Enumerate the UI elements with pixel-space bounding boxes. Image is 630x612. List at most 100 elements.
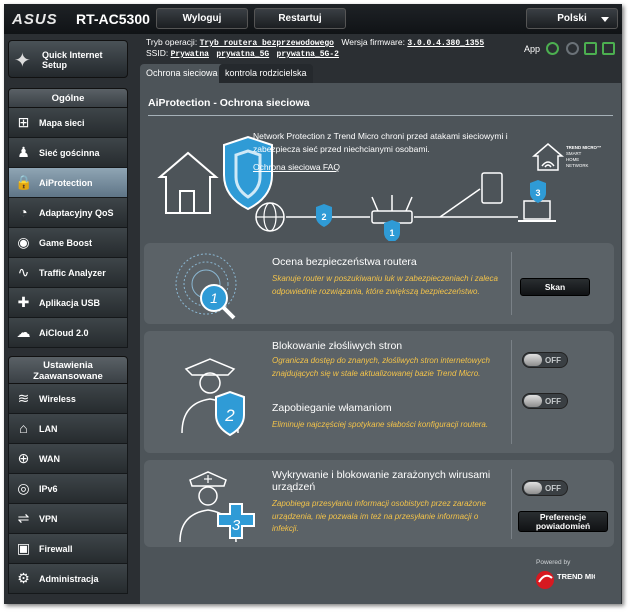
lan-status-icon[interactable] (584, 42, 597, 55)
admin-icon: ⚙ (17, 570, 30, 586)
malicious-sites-card: 2 Blokowanie złośliwych stron Ogranicza … (144, 331, 614, 453)
notification-preferences-button[interactable]: Preferencje powiadomień (518, 511, 608, 532)
svg-text:HOME: HOME (566, 157, 579, 162)
network-map-icon: ⊞ (17, 114, 30, 130)
intrusion-prevention-toggle[interactable]: OFF (522, 393, 568, 409)
guest-network-icon: ♟ (17, 144, 30, 160)
sidebar-item-aplikacja-usb[interactable]: ✚ Aplikacja USB (8, 288, 128, 318)
firmware-link[interactable]: 3.0.0.4.380_1355 (407, 39, 484, 48)
powered-by-label: Powered by (536, 559, 571, 566)
diagram-badge-3: 3 (530, 180, 546, 203)
scan-button[interactable]: Skan (520, 278, 590, 296)
vpn-icon: ⇌ (17, 510, 30, 526)
sidebar-item-wireless[interactable]: ≋ Wireless (8, 384, 128, 414)
sidebar-item-wan[interactable]: ⊕ WAN (8, 444, 128, 474)
asus-logo: ASUS (12, 11, 58, 28)
card1-title: Ocena bezpieczeństwa routera (272, 256, 417, 268)
sidebar-item-aiprotection[interactable]: 🔒 AiProtection (8, 168, 128, 198)
svg-text:NETWORK: NETWORK (566, 163, 589, 168)
wand-icon: ✦ (14, 50, 31, 72)
wifi-icon: ≋ (17, 390, 30, 406)
tab-parental-control[interactable]: kontrola rodzicielska (219, 64, 313, 83)
network-status-icon[interactable] (546, 42, 559, 55)
svg-text:TREND MICRO: TREND MICRO (557, 572, 595, 581)
sidebar-item-label: Traffic Analyzer (39, 268, 106, 278)
svg-text:3: 3 (232, 517, 241, 534)
svg-text:2: 2 (321, 212, 326, 222)
qos-gauge-icon: ◔ (19, 204, 28, 220)
usb-icon[interactable] (602, 42, 615, 55)
sidebar: ✦ Quick Internet Setup Ogólne ⊞ Mapa siec… (4, 34, 130, 604)
sidebar-item-sie-go-cinna[interactable]: ♟ Sieć gościnna (8, 138, 128, 168)
faq-link[interactable]: Ochrona sieciowa FAQ (253, 162, 340, 172)
sidebar-item-label: LAN (39, 424, 58, 434)
app-label[interactable]: App (524, 44, 540, 54)
restart-button[interactable]: Restartuj (254, 8, 346, 29)
sidebar-item-lan[interactable]: ⌂ LAN (8, 414, 128, 444)
divider (511, 469, 512, 539)
toggle-knob (524, 395, 542, 407)
gamepad-icon: ◉ (17, 234, 30, 250)
card3-title: Wykrywanie i blokowanie zarażonych wirus… (272, 469, 491, 493)
cloud-icon: ☁ (16, 324, 31, 340)
sidebar-item-label: Firewall (39, 544, 73, 554)
diagram-badge-1: 1 (384, 220, 400, 241)
sidebar-item-label: VPN (39, 514, 58, 524)
divider (511, 252, 512, 315)
toggle-state: OFF (545, 484, 561, 493)
language-select[interactable]: Polski (526, 8, 618, 29)
ssid-link[interactable]: Prywatna (171, 50, 209, 59)
operation-mode-line: Tryb operacji: Tryb routera bezprzewodow… (146, 37, 489, 48)
radar-scan-icon: 1 (175, 253, 237, 320)
diagram-badge-2: 2 (316, 204, 332, 227)
quick-internet-setup-button[interactable]: ✦ Quick Internet Setup (8, 40, 128, 78)
sidebar-item-traffic-analyzer[interactable]: ∿ Traffic Analyzer (8, 258, 128, 288)
sidebar-item-game-boost[interactable]: ◉ Game Boost (8, 228, 128, 258)
ssid-link[interactable]: prywatna_5G (216, 50, 269, 59)
diagram-router-icon (371, 195, 413, 224)
svg-text:SMART: SMART (566, 151, 582, 156)
mode-link[interactable]: Tryb routera bezprzewodowego (200, 39, 334, 48)
sidebar-item-aicloud-2-0[interactable]: ☁ AiCloud 2.0 (8, 318, 128, 348)
advanced-section-header: Ustawienia Zaawansowane (8, 356, 128, 384)
ssid-link[interactable]: prywatna_5G-2 (277, 50, 339, 59)
sidebar-item-label: Sieć gościnna (39, 148, 100, 158)
malicious-sites-toggle[interactable]: OFF (522, 352, 568, 368)
tab-network-protection[interactable]: Ochrona sieciowa (140, 64, 224, 83)
diagram-laptop-icon (518, 200, 556, 222)
nurse-icon: 3 (179, 471, 255, 543)
diagram-globe-icon (255, 202, 285, 232)
sidebar-item-mapa-sieci[interactable]: ⊞ Mapa sieci (8, 108, 128, 138)
toggle-knob (524, 354, 542, 366)
svg-text:TREND MICRO™: TREND MICRO™ (566, 145, 601, 150)
home-icon: ⌂ (19, 420, 28, 436)
sidebar-item-label: WAN (39, 454, 60, 464)
ssid-label: SSID: (146, 48, 169, 58)
language-value: Polski (557, 13, 587, 24)
svg-text:1: 1 (389, 228, 394, 238)
sidebar-item-label: AiProtection (39, 178, 93, 188)
router-security-card: 1 Ocena bezpieczeństwa routera Skanuje r… (144, 243, 614, 324)
sidebar-item-vpn[interactable]: ⇌ VPN (8, 504, 128, 534)
logout-button[interactable]: Wyloguj (156, 8, 248, 29)
sidebar-item-firewall[interactable]: ▣ Firewall (8, 534, 128, 564)
sidebar-item-ipv6[interactable]: ◎ IPv6 (8, 474, 128, 504)
qis-label: Quick Internet Setup (42, 50, 103, 70)
sidebar-item-administracja[interactable]: ⚙ Administracja (8, 564, 128, 594)
router-admin-window: ASUS RT-AC5300 Wyloguj Restartuj Polski … (4, 4, 622, 604)
infected-devices-card: 3 Wykrywanie i blokowanie zarażonych wir… (144, 460, 614, 547)
lock-icon: 🔒 (15, 174, 33, 190)
firmware-label: Wersja firmware: (341, 37, 405, 47)
card2-description-a: Ogranicza dostęp do znanych, złośliwych … (272, 356, 490, 378)
ssid-line: SSID: Prywatna prywatna_5G prywatna_5G-2 (146, 48, 344, 59)
sidebar-item-adaptacyjny-qos[interactable]: ◔ Adaptacyjny QoS (8, 198, 128, 228)
page-title: AiProtection - Ochrona sieciowa (148, 97, 310, 109)
mode-label: Tryb operacji: (146, 37, 198, 47)
intro-text: Network Protection z Trend Micro chroni … (253, 131, 508, 154)
general-section-header: Ogólne (8, 88, 128, 108)
clients-icon[interactable] (566, 42, 579, 55)
infected-devices-toggle[interactable]: OFF (522, 480, 568, 496)
content-panel: AiProtection - Ochrona sieciowa 2 1 3 Ne… (140, 83, 621, 604)
toggle-state: OFF (545, 356, 561, 365)
svg-text:1: 1 (210, 290, 218, 306)
